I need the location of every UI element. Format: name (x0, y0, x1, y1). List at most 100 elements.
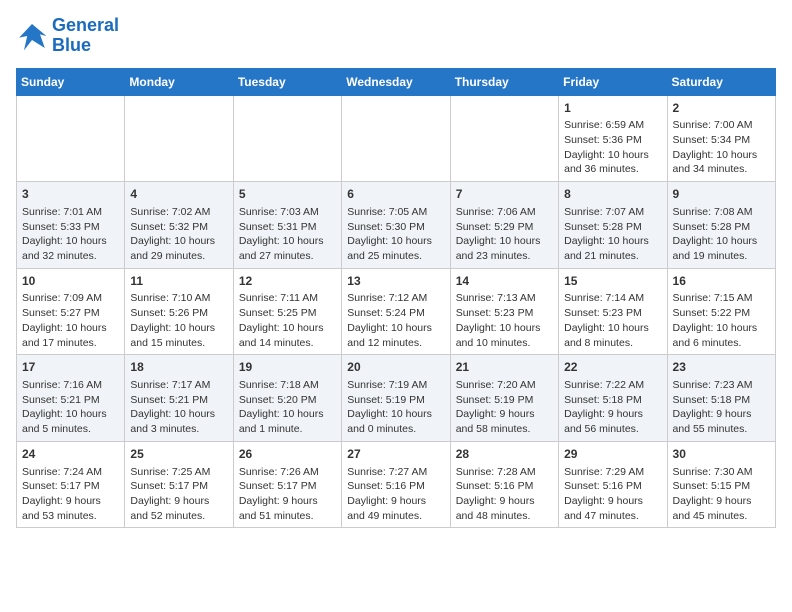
logo-text: General Blue (52, 16, 119, 56)
day-number: 2 (673, 100, 770, 117)
weekday-header-sunday: Sunday (17, 68, 125, 95)
day-info: Sunrise: 7:11 AM Sunset: 5:25 PM Dayligh… (239, 291, 336, 350)
day-info: Sunrise: 7:06 AM Sunset: 5:29 PM Dayligh… (456, 205, 553, 264)
calendar-cell: 18 Sunrise: 7:17 AM Sunset: 5:21 PM Dayli… (125, 355, 233, 442)
day-number: 4 (130, 186, 227, 203)
calendar-cell: 27 Sunrise: 7:27 AM Sunset: 5:16 PM Dayli… (342, 441, 450, 528)
calendar-cell: 14Sunrise: 7:13 AM Sunset: 5:23 PM Dayli… (450, 268, 558, 355)
calendar-cell: 15Sunrise: 7:14 AM Sunset: 5:23 PM Dayli… (559, 268, 667, 355)
day-info: Sunrise: 7:23 AM Sunset: 5:18 PM Dayligh… (673, 378, 770, 437)
calendar-cell: 30Sunrise: 7:30 AM Sunset: 5:15 PM Dayli… (667, 441, 775, 528)
day-info: Sunrise: 7:20 AM Sunset: 5:19 PM Dayligh… (456, 378, 553, 437)
day-number: 1 (564, 100, 661, 117)
calendar-cell: 17 Sunrise: 7:16 AM Sunset: 5:21 PM Dayli… (17, 355, 125, 442)
day-info: Sunrise: 7:09 AM Sunset: 5:27 PM Dayligh… (22, 291, 119, 350)
day-number: 13 (347, 273, 444, 290)
day-number: 27 (347, 446, 444, 463)
calendar-week-row: 10Sunrise: 7:09 AM Sunset: 5:27 PM Dayli… (17, 268, 776, 355)
calendar-week-row: 17 Sunrise: 7:16 AM Sunset: 5:21 PM Dayli… (17, 355, 776, 442)
day-info: Sunrise: 7:07 AM Sunset: 5:28 PM Dayligh… (564, 205, 661, 264)
calendar-cell: 28 Sunrise: 7:28 AM Sunset: 5:16 PM Dayli… (450, 441, 558, 528)
weekday-header-wednesday: Wednesday (342, 68, 450, 95)
day-info: Sunrise: 7:08 AM Sunset: 5:28 PM Dayligh… (673, 205, 770, 264)
day-number: 23 (673, 359, 770, 376)
day-info: Sunrise: 7:29 AM Sunset: 5:16 PM Dayligh… (564, 465, 661, 524)
calendar-cell: 9 Sunrise: 7:08 AM Sunset: 5:28 PM Daylig… (667, 182, 775, 269)
calendar-cell: 24Sunrise: 7:24 AM Sunset: 5:17 PM Dayli… (17, 441, 125, 528)
logo: General Blue (16, 16, 119, 56)
logo-icon (16, 20, 48, 52)
calendar-cell (17, 95, 125, 182)
page-header: General Blue (16, 16, 776, 56)
calendar-cell: 2Sunrise: 7:00 AM Sunset: 5:34 PM Daylig… (667, 95, 775, 182)
calendar-cell: 10Sunrise: 7:09 AM Sunset: 5:27 PM Dayli… (17, 268, 125, 355)
calendar-cell (125, 95, 233, 182)
calendar-cell: 21Sunrise: 7:20 AM Sunset: 5:19 PM Dayli… (450, 355, 558, 442)
day-number: 19 (239, 359, 336, 376)
day-number: 3 (22, 186, 119, 203)
day-number: 11 (130, 273, 227, 290)
calendar-cell: 13Sunrise: 7:12 AM Sunset: 5:24 PM Dayli… (342, 268, 450, 355)
calendar-cell: 29 Sunrise: 7:29 AM Sunset: 5:16 PM Dayli… (559, 441, 667, 528)
weekday-header-saturday: Saturday (667, 68, 775, 95)
calendar-cell: 19 Sunrise: 7:18 AM Sunset: 5:20 PM Dayli… (233, 355, 341, 442)
calendar-header-row: SundayMondayTuesdayWednesdayThursdayFrid… (17, 68, 776, 95)
day-info: Sunrise: 7:15 AM Sunset: 5:22 PM Dayligh… (673, 291, 770, 350)
day-info: Sunrise: 7:16 AM Sunset: 5:21 PM Dayligh… (22, 378, 119, 437)
weekday-header-friday: Friday (559, 68, 667, 95)
calendar-cell (450, 95, 558, 182)
calendar-cell: 25 Sunrise: 7:25 AM Sunset: 5:17 PM Dayli… (125, 441, 233, 528)
day-info: Sunrise: 7:26 AM Sunset: 5:17 PM Dayligh… (239, 465, 336, 524)
calendar-table: SundayMondayTuesdayWednesdayThursdayFrid… (16, 68, 776, 529)
day-info: Sunrise: 7:28 AM Sunset: 5:16 PM Dayligh… (456, 465, 553, 524)
day-number: 14 (456, 273, 553, 290)
day-number: 26 (239, 446, 336, 463)
day-info: Sunrise: 7:00 AM Sunset: 5:34 PM Dayligh… (673, 118, 770, 177)
day-number: 28 (456, 446, 553, 463)
calendar-cell: 1Sunrise: 6:59 AM Sunset: 5:36 PM Daylig… (559, 95, 667, 182)
day-info: Sunrise: 7:17 AM Sunset: 5:21 PM Dayligh… (130, 378, 227, 437)
calendar-cell: 5 Sunrise: 7:03 AM Sunset: 5:31 PM Daylig… (233, 182, 341, 269)
calendar-cell: 7 Sunrise: 7:06 AM Sunset: 5:29 PM Daylig… (450, 182, 558, 269)
calendar-week-row: 1Sunrise: 6:59 AM Sunset: 5:36 PM Daylig… (17, 95, 776, 182)
calendar-cell: 6 Sunrise: 7:05 AM Sunset: 5:30 PM Daylig… (342, 182, 450, 269)
day-number: 30 (673, 446, 770, 463)
day-info: Sunrise: 7:12 AM Sunset: 5:24 PM Dayligh… (347, 291, 444, 350)
calendar-cell: 3 Sunrise: 7:01 AM Sunset: 5:33 PM Daylig… (17, 182, 125, 269)
day-number: 16 (673, 273, 770, 290)
day-info: Sunrise: 6:59 AM Sunset: 5:36 PM Dayligh… (564, 118, 661, 177)
day-info: Sunrise: 7:27 AM Sunset: 5:16 PM Dayligh… (347, 465, 444, 524)
day-number: 5 (239, 186, 336, 203)
day-info: Sunrise: 7:22 AM Sunset: 5:18 PM Dayligh… (564, 378, 661, 437)
day-info: Sunrise: 7:05 AM Sunset: 5:30 PM Dayligh… (347, 205, 444, 264)
day-number: 29 (564, 446, 661, 463)
day-number: 6 (347, 186, 444, 203)
weekday-header-monday: Monday (125, 68, 233, 95)
day-number: 17 (22, 359, 119, 376)
day-info: Sunrise: 7:25 AM Sunset: 5:17 PM Dayligh… (130, 465, 227, 524)
calendar-cell (233, 95, 341, 182)
day-info: Sunrise: 7:19 AM Sunset: 5:19 PM Dayligh… (347, 378, 444, 437)
calendar-week-row: 3 Sunrise: 7:01 AM Sunset: 5:33 PM Daylig… (17, 182, 776, 269)
weekday-header-tuesday: Tuesday (233, 68, 341, 95)
calendar-cell (342, 95, 450, 182)
day-info: Sunrise: 7:02 AM Sunset: 5:32 PM Dayligh… (130, 205, 227, 264)
day-info: Sunrise: 7:13 AM Sunset: 5:23 PM Dayligh… (456, 291, 553, 350)
day-number: 8 (564, 186, 661, 203)
day-number: 15 (564, 273, 661, 290)
day-info: Sunrise: 7:14 AM Sunset: 5:23 PM Dayligh… (564, 291, 661, 350)
day-info: Sunrise: 7:03 AM Sunset: 5:31 PM Dayligh… (239, 205, 336, 264)
day-info: Sunrise: 7:18 AM Sunset: 5:20 PM Dayligh… (239, 378, 336, 437)
day-number: 7 (456, 186, 553, 203)
day-number: 9 (673, 186, 770, 203)
day-info: Sunrise: 7:01 AM Sunset: 5:33 PM Dayligh… (22, 205, 119, 264)
day-number: 10 (22, 273, 119, 290)
day-number: 18 (130, 359, 227, 376)
day-number: 25 (130, 446, 227, 463)
calendar-cell: 8 Sunrise: 7:07 AM Sunset: 5:28 PM Daylig… (559, 182, 667, 269)
calendar-cell: 20Sunrise: 7:19 AM Sunset: 5:19 PM Dayli… (342, 355, 450, 442)
day-number: 12 (239, 273, 336, 290)
calendar-cell: 4 Sunrise: 7:02 AM Sunset: 5:32 PM Daylig… (125, 182, 233, 269)
calendar-cell: 26 Sunrise: 7:26 AM Sunset: 5:17 PM Dayli… (233, 441, 341, 528)
calendar-cell: 22Sunrise: 7:22 AM Sunset: 5:18 PM Dayli… (559, 355, 667, 442)
